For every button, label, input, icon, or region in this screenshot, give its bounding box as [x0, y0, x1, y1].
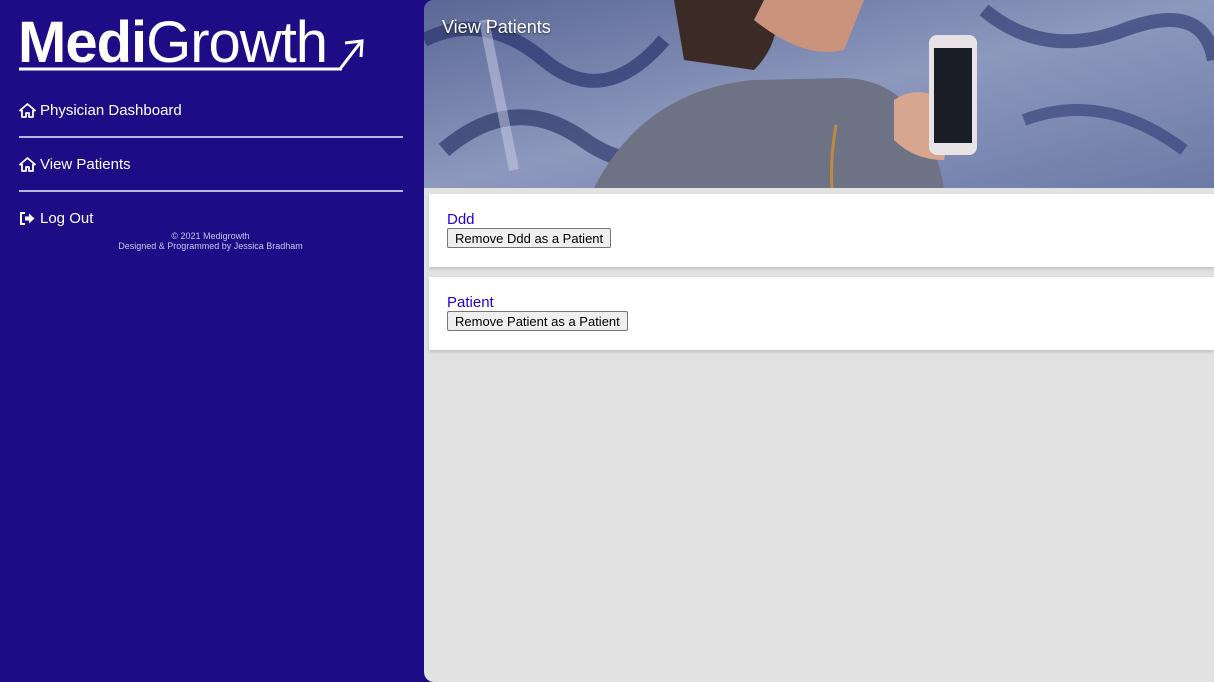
growth-arrow-icon	[19, 39, 364, 71]
remove-patient-button[interactable]: Remove Ddd as a Patient	[447, 228, 612, 248]
sidebar-item-log-out[interactable]: Log Out	[19, 203, 403, 233]
remove-patient-button[interactable]: Remove Patient as a Patient	[447, 311, 628, 331]
sidebar: MediGrowth Physician Dashboard View Pati…	[0, 0, 424, 682]
sidebar-item-view-patients[interactable]: View Patients	[19, 149, 403, 179]
sidebar-footer: © 2021 Medigrowth Designed & Programmed …	[0, 231, 421, 251]
home-icon	[19, 156, 36, 172]
sidebar-item-label: Log Out	[40, 209, 94, 227]
sidebar-item-physician-dashboard[interactable]: Physician Dashboard	[19, 95, 403, 125]
patient-card: Ddd Remove Ddd as a Patient	[429, 194, 1214, 267]
sidebar-item-label: View Patients	[40, 155, 131, 173]
copyright-text: © 2021 Medigrowth	[171, 231, 250, 241]
page-title: View Patients	[442, 17, 551, 37]
header-banner: View Patients	[424, 0, 1214, 188]
credits-text: Designed & Programmed by Jessica Bradham	[118, 241, 303, 251]
medigrowth-logo[interactable]: MediGrowth	[18, 12, 368, 74]
patient-name-link[interactable]: Patient	[447, 294, 494, 311]
sidebar-item-label: Physician Dashboard	[40, 101, 182, 119]
patient-card: Patient Remove Patient as a Patient	[429, 277, 1214, 350]
nav-divider	[19, 136, 403, 138]
home-icon	[19, 102, 36, 118]
patient-name-link[interactable]: Ddd	[447, 211, 475, 228]
nav-divider	[19, 190, 403, 192]
main-content: View Patients Ddd Remove Ddd as a Patien…	[424, 0, 1214, 682]
sign-out-icon	[19, 211, 36, 226]
sidebar-nav: Physician Dashboard View Patients Log Ou…	[19, 95, 403, 233]
app-window: MediGrowth Physician Dashboard View Pati…	[0, 0, 1214, 682]
